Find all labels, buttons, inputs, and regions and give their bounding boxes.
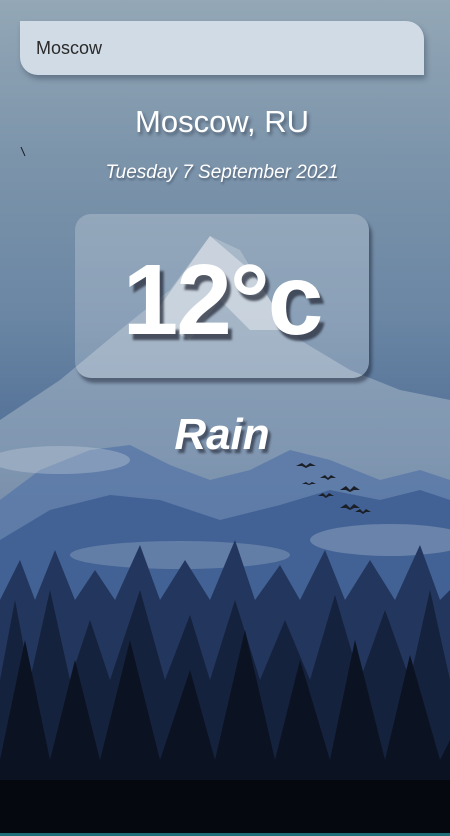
date-label: Tuesday 7 September 2021 [105, 162, 339, 183]
search-input[interactable] [20, 21, 424, 75]
temperature-value: 12°c [122, 244, 324, 356]
location-label: Moscow, RU [135, 104, 309, 139]
weather-condition: Rain [174, 410, 270, 459]
temperature-card: 12°c [75, 214, 369, 378]
weather-app: Moscow, RU Tuesday 7 September 2021 12°c… [0, 0, 450, 836]
